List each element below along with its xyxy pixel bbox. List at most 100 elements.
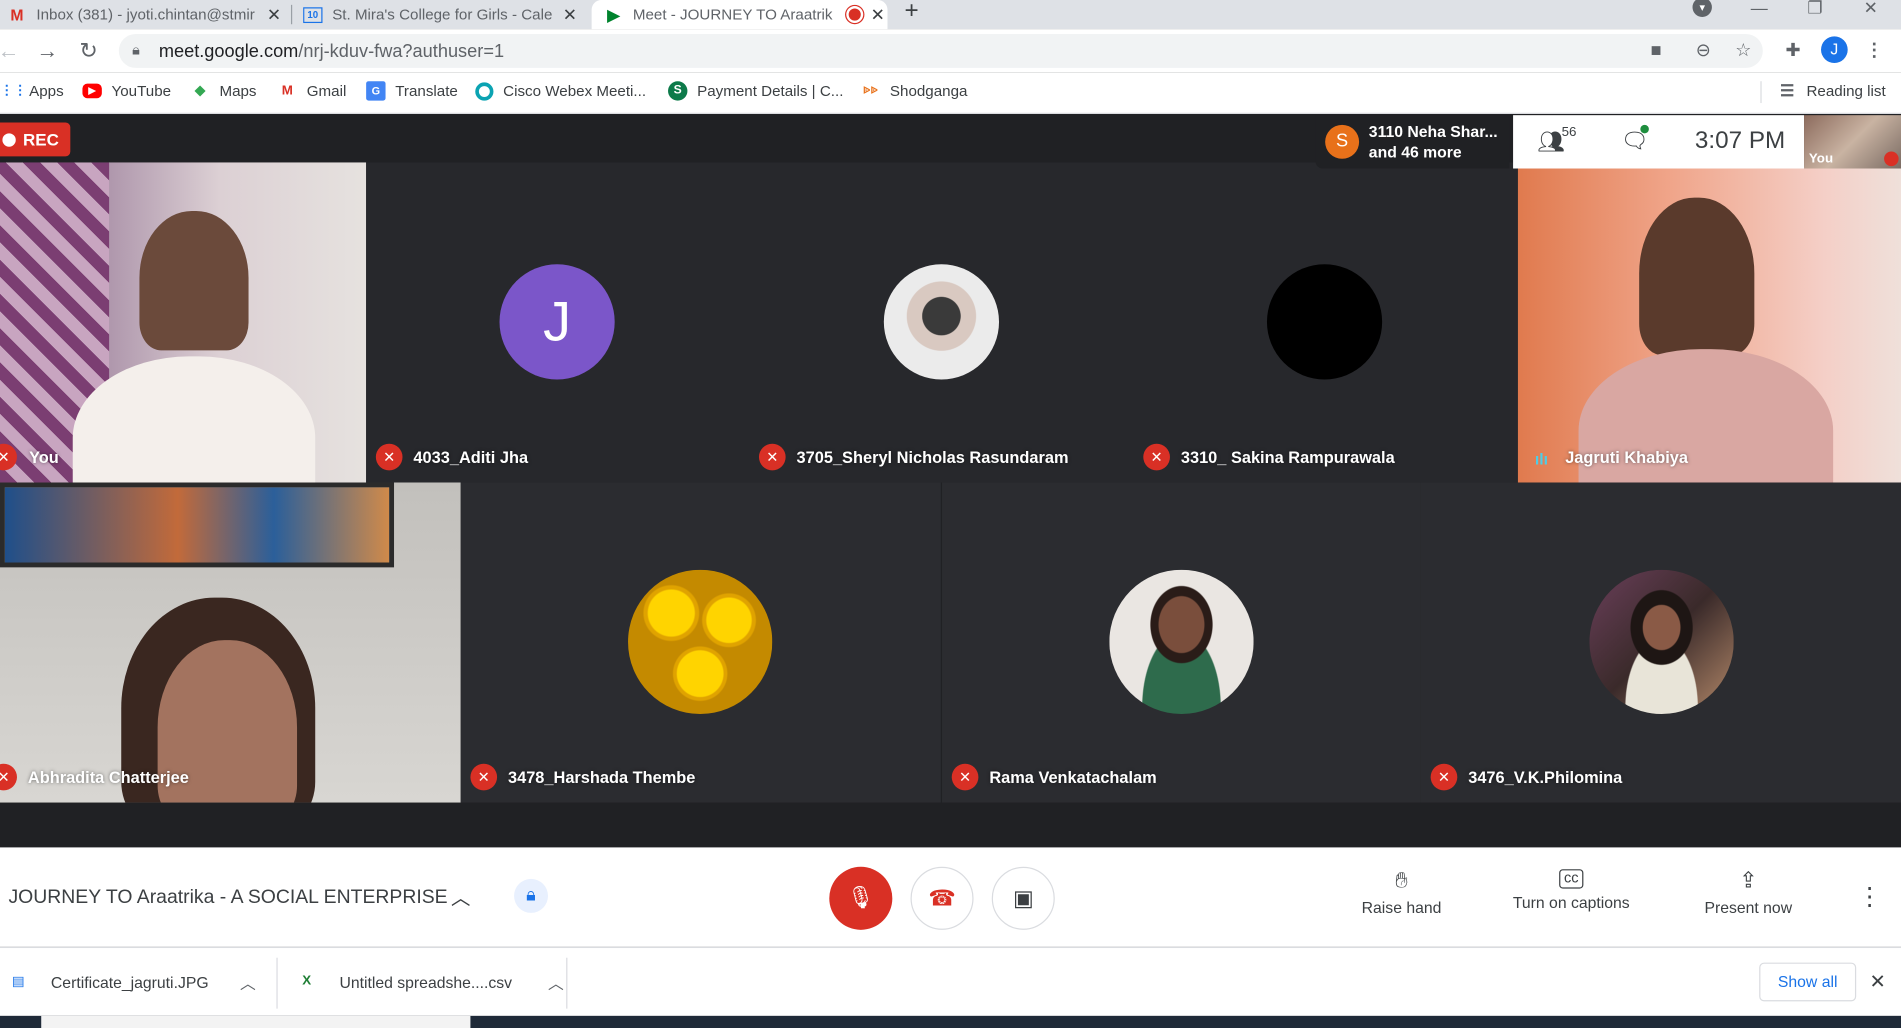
download-filename: Untitled spreadshe....csv <box>339 973 513 992</box>
video-camera-icon: ▣ <box>1012 886 1034 911</box>
bookmark-translate[interactable]: G Translate <box>366 73 458 109</box>
participant-name: You <box>29 448 59 467</box>
bookmark-label: YouTube <box>111 82 172 100</box>
participant-name: 3705_Sheryl Nicholas Rasundaram <box>796 448 1069 467</box>
more-options-icon[interactable]: ⋮ <box>1857 881 1881 911</box>
chevron-up-icon[interactable]: ︿ <box>451 881 470 910</box>
muted-mic-icon: ✕ <box>1143 443 1170 471</box>
bookmark-webex[interactable]: Cisco Webex Meeti... <box>475 73 646 109</box>
apps-grid-icon: ⋮⋮ <box>0 83 27 99</box>
profile-avatar[interactable]: J <box>1821 36 1848 64</box>
bookmark-youtube[interactable]: ▶ YouTube <box>82 73 171 109</box>
payment-icon: S <box>668 81 688 101</box>
avatar-photo <box>1266 264 1383 380</box>
meet-control-bar: JOURNEY TO Araatrika - A SOCIAL ENTERPRI… <box>0 847 1901 947</box>
chrome-menu-icon[interactable]: ⋮ <box>1861 38 1888 65</box>
tab-meet[interactable]: ▶ Meet - JOURNEY TO Araatrik ✕ <box>591 0 888 30</box>
video-tile-you[interactable]: ✕ You <box>0 162 367 483</box>
captions-label: Turn on captions <box>1512 893 1630 912</box>
bookmark-label: Maps <box>219 82 257 100</box>
microphone-toggle-button[interactable]: 🎙︎ <box>829 866 893 930</box>
raise-hand-button[interactable]: ✋︎ Raise hand <box>1317 867 1487 916</box>
extensions-icon[interactable]: ✚ <box>1780 38 1807 65</box>
muted-mic-icon: ✕ <box>1430 763 1458 791</box>
meet-info-box: 👥︎ 56 🗨︎ 3:07 PM <box>1513 115 1805 169</box>
taskbar-search[interactable] <box>41 1015 471 1028</box>
chevron-up-icon[interactable]: ︿ <box>240 971 256 994</box>
maps-pin-icon: ◆ <box>194 83 206 99</box>
tab-calendar[interactable]: 10 St. Mira's College for Girls - Caler … <box>303 0 579 29</box>
video-tile-harshada[interactable]: ✕ 3478_Harshada Thembe <box>460 482 941 803</box>
participant-name: Abhradita Chatterjee <box>27 768 189 787</box>
chevron-up-icon[interactable]: ︿ <box>548 971 564 994</box>
shodganga-icon: ᐉᐉ <box>863 84 878 96</box>
os-taskbar <box>0 1015 1901 1028</box>
bookmarks-bar: ⋮⋮ Apps ▶ YouTube ◆ Maps M Gmail G Translate … <box>0 72 1901 114</box>
close-tab-icon[interactable]: ✕ <box>868 4 887 25</box>
speaker-more: and 46 more <box>1368 143 1462 162</box>
tab-title: Meet - JOURNEY TO Araatrik <box>632 6 833 24</box>
captions-button[interactable]: cc Turn on captions <box>1486 867 1656 912</box>
muted-mic-icon: ✕ <box>758 443 786 471</box>
speaking-indicator-icon: ılı <box>1534 449 1549 468</box>
self-view-thumbnail[interactable]: You <box>1804 115 1901 169</box>
avatar: S <box>1325 124 1360 159</box>
video-tile-rama[interactable]: ✕ Rama Venkatachalam <box>942 482 1421 803</box>
maximize-icon[interactable]: ❐ <box>1787 0 1843 29</box>
reload-icon[interactable]: ↻ <box>73 35 105 67</box>
muted-mic-icon: ✕ <box>0 763 17 791</box>
avatar-photo <box>883 264 1000 380</box>
video-tile-philomina[interactable]: ✕ 3476_V.K.Philomina <box>1420 482 1901 803</box>
tab-gmail[interactable]: M Inbox (381) - jyoti.chintan@stmir ✕ <box>7 0 283 29</box>
muted-mic-icon: ✕ <box>470 763 498 791</box>
video-tile-jagruti[interactable]: ılı Jagruti Khabiya <box>1517 167 1901 483</box>
bookmark-maps[interactable]: ◆ Maps <box>190 73 257 109</box>
bookmark-apps[interactable]: ⋮⋮ Apps <box>0 73 64 109</box>
bookmark-payment[interactable]: S Payment Details | C... <box>668 73 843 109</box>
present-now-button[interactable]: ⇪ Present now <box>1663 867 1833 917</box>
participant-face <box>139 210 249 351</box>
address-bar[interactable]: 🔒︎ meet.google.com/nrj-kduv-fwa?authuser… <box>118 33 1763 68</box>
url-host: meet.google.com <box>158 41 299 62</box>
reading-list-button[interactable]: ☰ Reading list <box>1777 73 1886 109</box>
meeting-title[interactable]: JOURNEY TO Araatrika - A SOCIAL ENTERPRI… <box>8 887 447 909</box>
speaking-now-card: S 3110 Neha Shar... and 46 more <box>1315 115 1510 169</box>
participant-name: 3476_V.K.Philomina <box>1468 768 1623 787</box>
closed-captions-icon: cc <box>1559 869 1584 889</box>
close-downloads-icon[interactable]: ✕ <box>1870 970 1886 994</box>
video-tile-abhradita[interactable]: ✕ Abhradita Chatterjee <box>0 482 461 803</box>
youtube-icon: ▶ <box>82 83 102 99</box>
bookmark-star-icon[interactable]: ☆ <box>1730 38 1757 65</box>
present-label: Present now <box>1704 898 1793 917</box>
record-dot-icon <box>2 133 16 147</box>
zoom-icon[interactable]: ⊖ <box>1690 38 1717 65</box>
tab-strip: M Inbox (381) - jyoti.chintan@stmir ✕ 10… <box>0 0 1901 30</box>
clock: 3:07 PM <box>1694 127 1786 154</box>
close-tab-icon[interactable]: ✕ <box>560 4 579 25</box>
speaker-name: 3110 Neha Shar... <box>1368 122 1498 141</box>
muted-mic-icon: ✕ <box>951 763 979 791</box>
minimize-icon[interactable]: — <box>1731 0 1787 29</box>
back-icon[interactable]: ← <box>0 35 24 67</box>
avatar-initial: J <box>499 264 615 380</box>
participant-name: Jagruti Khabiya <box>1565 448 1689 467</box>
translate-icon: G <box>366 81 386 101</box>
download-item[interactable]: ▤ Certificate_jagruti.JPG ︿ <box>10 948 256 1017</box>
close-tab-icon[interactable]: ✕ <box>264 4 283 25</box>
bookmark-shodganga[interactable]: ᐉᐉ Shodganga <box>861 73 967 109</box>
avatar-photo <box>1589 569 1734 715</box>
webex-icon <box>475 81 494 101</box>
download-item[interactable]: X Untitled spreadshe....csv ︿ <box>298 948 564 1017</box>
new-tab-icon[interactable]: + <box>904 0 918 25</box>
camera-icon[interactable]: ■ <box>1643 38 1670 65</box>
bookmark-gmail[interactable]: M Gmail <box>278 73 347 109</box>
muted-mic-icon <box>1884 151 1899 167</box>
camera-toggle-button[interactable]: ▣ <box>991 866 1055 930</box>
leave-call-button[interactable]: ☎ <box>910 866 974 930</box>
show-all-downloads-button[interactable]: Show all <box>1759 962 1857 1002</box>
close-window-icon[interactable]: ✕ <box>1843 0 1899 29</box>
host-controls-icon[interactable]: 🔒︎ <box>514 878 549 913</box>
forward-icon[interactable]: → <box>32 35 64 67</box>
tab-search-icon[interactable]: ▾ <box>1692 0 1712 17</box>
hang-up-icon: ☎ <box>928 886 956 911</box>
